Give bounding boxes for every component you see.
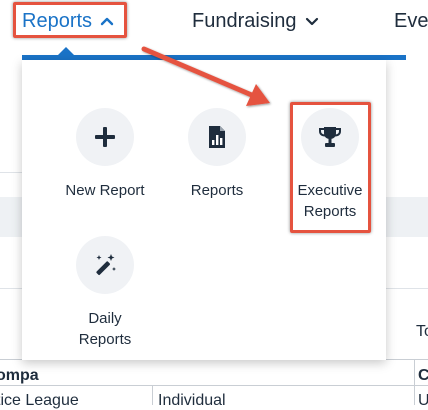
nav-events-label: Ever: [394, 9, 428, 32]
menu-tile-label: Executive Reports: [297, 182, 363, 220]
table-cell-type: Individual: [158, 392, 226, 409]
nav-fundraising[interactable]: Fundraising: [192, 6, 319, 36]
menu-tile-label: Reports: [190, 182, 244, 199]
chevron-up-icon: [100, 17, 114, 26]
active-caret: [58, 47, 74, 55]
table-cell-fragment: U: [418, 392, 428, 409]
new-report-icon-circle: [76, 108, 134, 166]
nav-reports[interactable]: Reports: [22, 6, 114, 36]
cell-divider: [414, 360, 415, 405]
menu-tile-new-report[interactable]: New Report: [50, 108, 160, 201]
menu-tile-label: Daily Reports: [78, 310, 132, 348]
menu-tile-daily-reports[interactable]: Daily Reports: [50, 236, 160, 350]
column-header-fragment: To: [416, 323, 428, 340]
chevron-down-icon: [305, 17, 318, 26]
divider: [0, 385, 428, 386]
trophy-icon: [319, 127, 341, 147]
reports-icon-circle: [188, 108, 246, 166]
plus-icon: [95, 127, 115, 147]
magic-wand-icon: [96, 254, 116, 276]
divider: [0, 172, 22, 173]
table-header-fragment: C: [418, 367, 428, 384]
cell-divider: [152, 386, 153, 405]
table-cell-name: tice League: [0, 392, 79, 409]
top-navigation: Reports Fundraising Ever: [0, 0, 428, 44]
menu-tile-executive-reports[interactable]: Executive Reports: [275, 108, 385, 222]
menu-tile-label: New Report: [65, 182, 145, 199]
reports-dropdown-menu: New Report Reports Executive Reports Dai…: [22, 60, 386, 360]
table-header-company: ompa: [0, 367, 39, 384]
nav-events[interactable]: Ever: [394, 6, 428, 36]
executive-reports-icon-circle: [301, 108, 359, 166]
daily-reports-icon-circle: [76, 236, 134, 294]
menu-tile-reports[interactable]: Reports: [162, 108, 272, 201]
nav-fundraising-label: Fundraising: [192, 9, 297, 32]
nav-reports-label: Reports: [22, 9, 93, 32]
report-chart-icon: [209, 126, 225, 148]
